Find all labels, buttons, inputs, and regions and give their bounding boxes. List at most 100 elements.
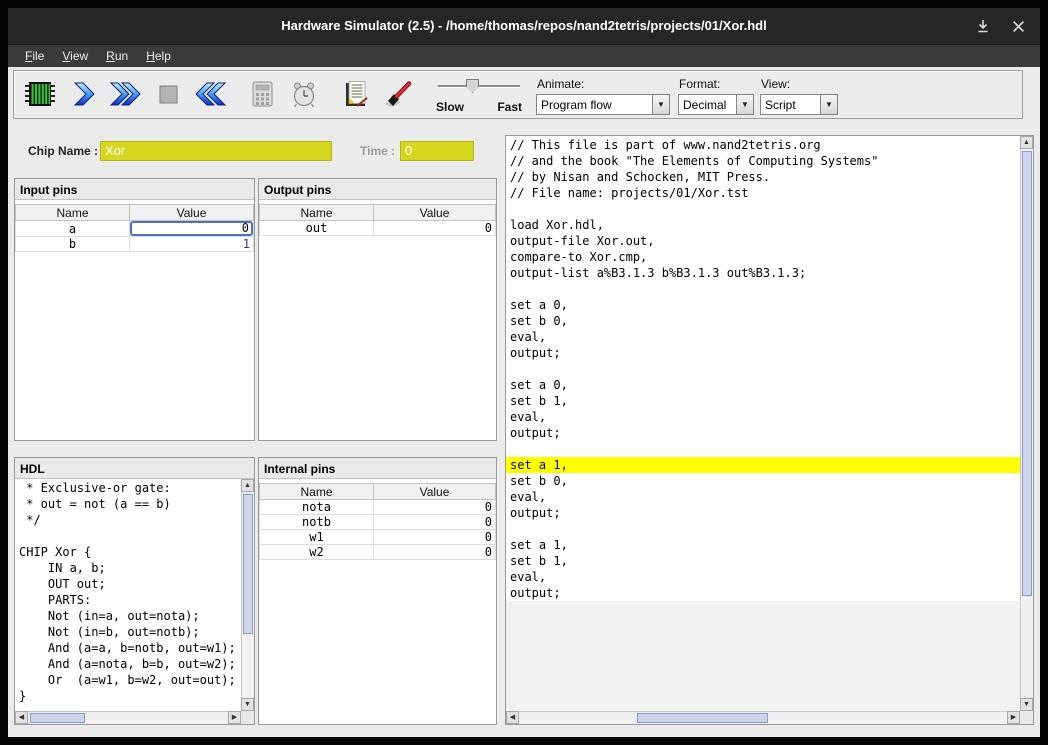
code-line: // This file is part of www.nand2tetris.… (506, 137, 1020, 153)
chip-icon[interactable] (22, 75, 58, 113)
scrollbar-thumb[interactable] (30, 713, 85, 723)
pin-row: b1 (16, 237, 254, 252)
code-line: set a 1, (506, 537, 1020, 553)
scrollbar-thumb[interactable] (1022, 151, 1032, 596)
menu-view[interactable]: View (53, 46, 97, 66)
stop-icon[interactable] (150, 75, 186, 113)
pin-value-cell[interactable]: 1 (130, 237, 254, 252)
pin-row: nota0 (260, 500, 496, 515)
pin-name-cell: b (16, 237, 130, 252)
code-line (506, 201, 1020, 217)
hdl-view: * Exclusive-or gate: * out = not (a == b… (15, 479, 241, 711)
scroll-down-button[interactable]: ▼ (1020, 698, 1033, 711)
pin-value-cell[interactable]: 0 (374, 500, 496, 515)
calculator-icon[interactable] (244, 75, 280, 113)
code-line: set b 0, (506, 473, 1020, 489)
run-icon[interactable] (108, 75, 144, 113)
code-line: compare-to Xor.cmp, (506, 249, 1020, 265)
single-step-icon[interactable] (66, 75, 102, 113)
menu-help[interactable]: Help (137, 46, 180, 66)
scroll-left-button[interactable]: ◀ (15, 711, 28, 724)
script-book-icon[interactable] (338, 75, 374, 113)
column-header: Value (374, 205, 496, 221)
slider-thumb[interactable] (466, 79, 479, 93)
pin-name-cell: out (260, 221, 374, 236)
scroll-left-button[interactable]: ◀ (506, 711, 519, 724)
pin-row: out0 (260, 221, 496, 236)
clock-icon[interactable] (286, 75, 322, 113)
code-line: set a 0, (506, 377, 1020, 393)
hdl-vertical-scrollbar[interactable]: ▲ ▼ (241, 479, 254, 711)
slider-track[interactable] (438, 85, 520, 87)
column-header: Name (260, 484, 374, 500)
code-line: Or (a=w1, b=w2, out=out); (15, 672, 241, 688)
hdl-panel: HDL * Exclusive-or gate: * out = not (a … (14, 457, 255, 725)
time-field: 0 (400, 141, 474, 161)
scroll-down-button[interactable]: ▼ (241, 698, 254, 711)
script-vertical-scrollbar[interactable]: ▲ ▼ (1020, 136, 1033, 711)
brush-icon[interactable] (380, 75, 416, 113)
code-line: And (a=nota, b=b, out=w2); (15, 656, 241, 672)
pin-row: w20 (260, 545, 496, 560)
scroll-up-button[interactable]: ▲ (241, 479, 254, 492)
window-controls (975, 8, 1026, 44)
script-panel: // This file is part of www.nand2tetris.… (505, 135, 1034, 725)
code-line: // File name: projects/01/Xor.tst (506, 185, 1020, 201)
code-line (506, 281, 1020, 297)
pin-name-cell: notb (260, 515, 374, 530)
focused-cell-editor[interactable]: 0 (130, 221, 253, 236)
code-line: eval, (506, 409, 1020, 425)
scrollbar-thumb[interactable] (637, 713, 768, 723)
menu-file[interactable]: File (16, 46, 53, 66)
minimize-icon[interactable] (975, 18, 991, 34)
code-line: set b 0, (506, 313, 1020, 329)
code-line (506, 441, 1020, 457)
code-line: load Xor.hdl, (506, 217, 1020, 233)
code-line: output; (506, 425, 1020, 441)
pin-value-cell[interactable]: 0 (374, 515, 496, 530)
view-select[interactable]: Script ▼ (760, 94, 838, 115)
code-line: output; (506, 505, 1020, 521)
view-label: View: (761, 77, 838, 91)
output-pins-panel: Output pins NameValueout0 (258, 178, 497, 441)
animate-value: Program flow (537, 98, 652, 112)
pin-value-cell[interactable]: 0 (130, 221, 254, 237)
scrollbar-corner (241, 711, 254, 724)
code-line: PARTS: (15, 592, 241, 608)
view-value: Script (761, 98, 820, 112)
code-line: eval, (506, 569, 1020, 585)
script-horizontal-scrollbar[interactable]: ◀ ▶ (506, 711, 1020, 724)
animate-select[interactable]: Program flow ▼ (536, 94, 670, 115)
code-line: // and the book "The Elements of Computi… (506, 153, 1020, 169)
code-line: eval, (506, 329, 1020, 345)
app-area: Slow Fast Animate: Program flow ▼ Format… (8, 67, 1040, 737)
input-pins-table: NameValuea0b1 (15, 204, 254, 252)
code-line: OUT out; (15, 576, 241, 592)
pin-row: notb0 (260, 515, 496, 530)
hdl-title: HDL (15, 458, 254, 479)
column-header: Value (374, 484, 496, 500)
scrollbar-thumb[interactable] (243, 494, 253, 634)
time-value: 0 (405, 143, 412, 158)
menu-run[interactable]: Run (97, 46, 137, 66)
scroll-right-button[interactable]: ▶ (228, 711, 241, 724)
hdl-horizontal-scrollbar[interactable]: ◀ ▶ (15, 711, 241, 724)
code-line: Not (in=a, out=nota); (15, 608, 241, 624)
toolbar: Slow Fast Animate: Program flow ▼ Format… (13, 70, 1023, 119)
code-line: set b 1, (506, 393, 1020, 409)
close-icon[interactable] (1010, 18, 1026, 34)
chip-name-field[interactable]: Xor (100, 141, 332, 161)
pin-value-cell[interactable]: 0 (374, 530, 496, 545)
pin-row: a0 (16, 221, 254, 237)
format-select[interactable]: Decimal ▼ (678, 94, 754, 115)
chip-name-value: Xor (105, 143, 125, 158)
animate-label: Animate: (537, 77, 670, 91)
rewind-icon[interactable] (192, 75, 228, 113)
time-label: Time : (360, 144, 395, 158)
scroll-right-button[interactable]: ▶ (1007, 711, 1020, 724)
pin-value-cell[interactable]: 0 (374, 545, 496, 560)
code-line: */ (15, 512, 241, 528)
pin-value-cell[interactable]: 0 (374, 221, 496, 236)
chevron-down-icon: ▼ (820, 95, 837, 114)
scroll-up-button[interactable]: ▲ (1020, 136, 1033, 149)
